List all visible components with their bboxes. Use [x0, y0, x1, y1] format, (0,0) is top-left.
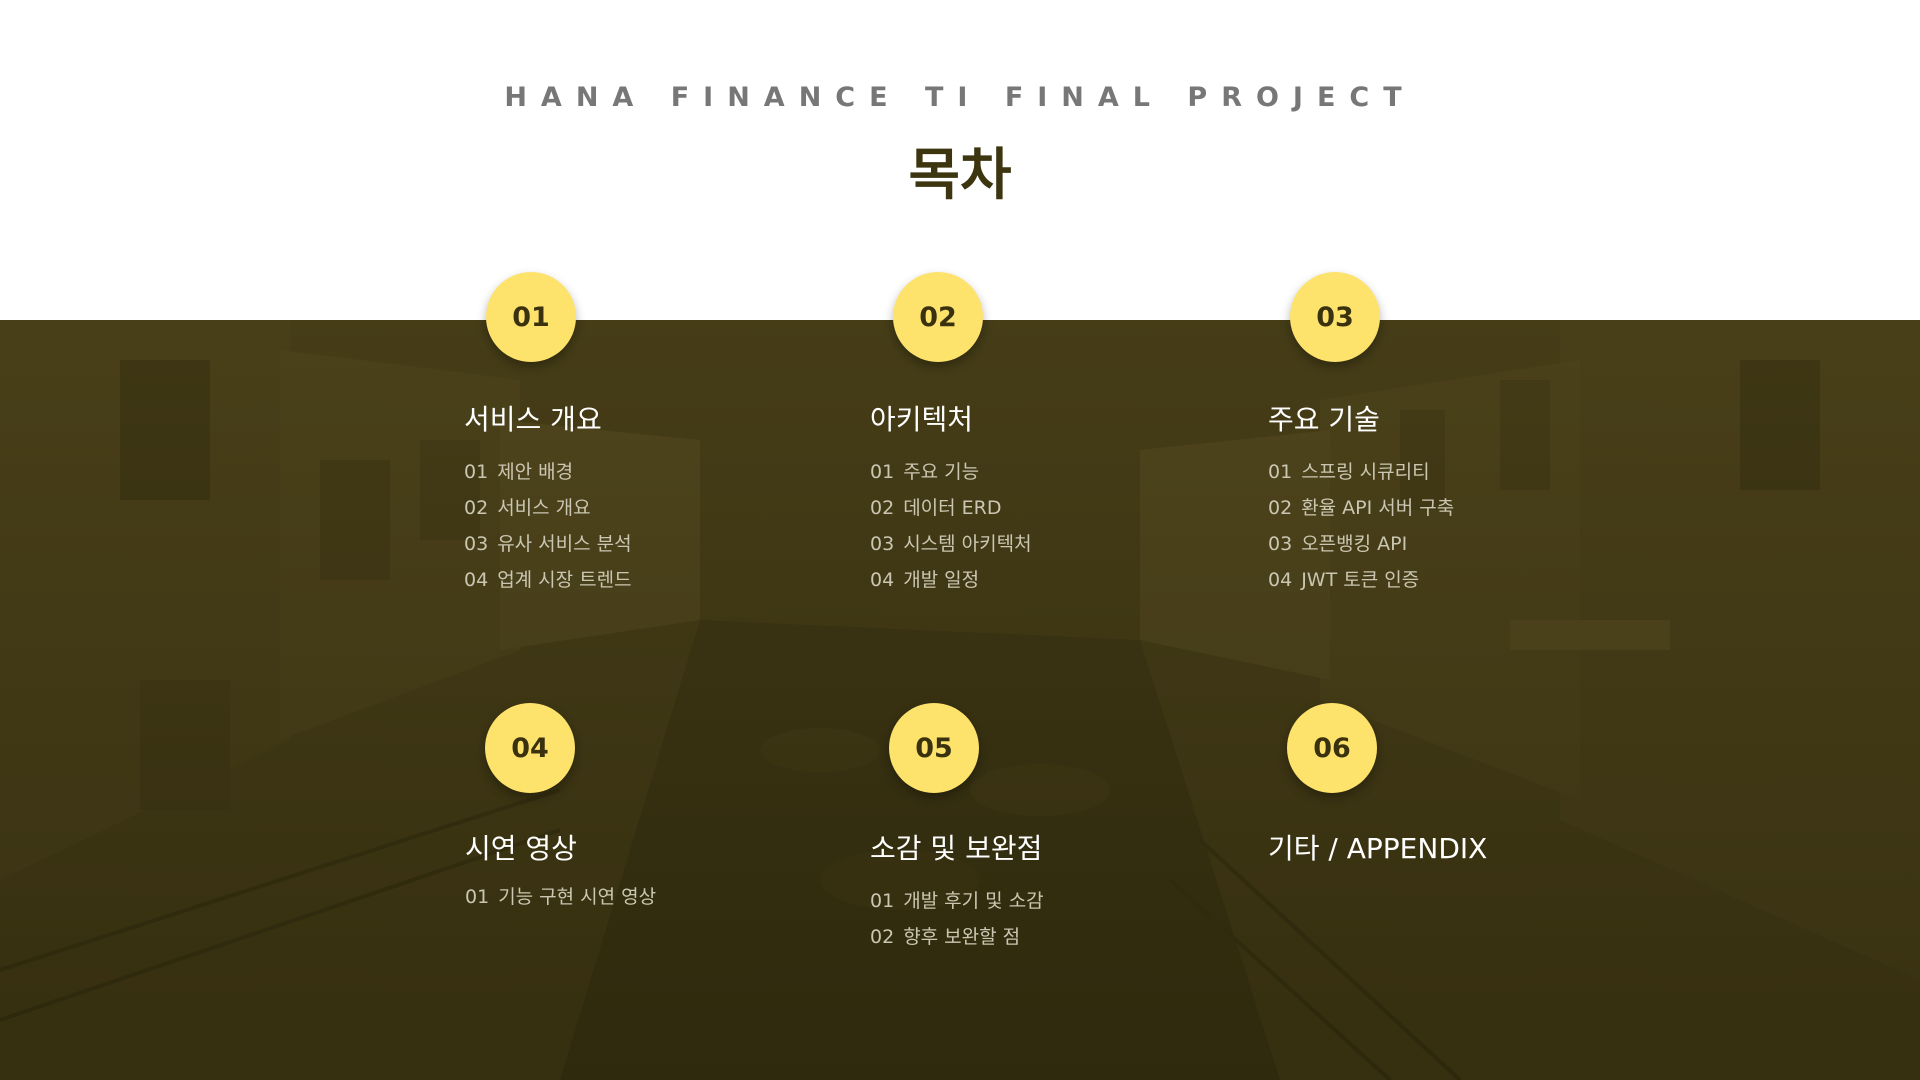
page-title: 목차 — [908, 143, 1012, 208]
section-title: 소감 및 보완점 — [870, 832, 1043, 865]
item-number: 02 — [1268, 497, 1293, 519]
list-item: 04 개발 일정 — [870, 562, 1032, 598]
list-item: 01 개발 후기 및 소감 — [870, 883, 1044, 919]
item-label: 주요 기능 — [903, 461, 980, 483]
item-label: 데이터 ERD — [903, 497, 1002, 519]
item-label: 유사 서비스 분석 — [497, 533, 632, 555]
item-label: 서비스 개요 — [497, 497, 591, 519]
item-number: 01 — [464, 461, 489, 483]
section-title: 시연 영상 — [465, 832, 577, 865]
list-item: 01 기능 구현 시연 영상 — [465, 879, 656, 915]
item-number: 02 — [464, 497, 489, 519]
list-item: 02 향후 보완할 점 — [870, 919, 1044, 955]
section-number-badge: 04 — [485, 703, 575, 793]
list-item: 01 스프링 시큐리티 — [1268, 454, 1454, 490]
section-item-list: 01 제안 배경 02 서비스 개요 03 유사 서비스 분석 04 업계 시장 트렌드 — [464, 454, 632, 598]
item-number: 03 — [1268, 533, 1293, 555]
item-label: 제안 배경 — [497, 461, 574, 483]
section-number-badge: 06 — [1287, 703, 1377, 793]
item-label: 시스템 아키텍처 — [903, 533, 1032, 555]
section-number-badge: 02 — [893, 272, 983, 362]
item-label: 기능 구현 시연 영상 — [498, 886, 657, 908]
item-number: 03 — [464, 533, 489, 555]
item-label: 향후 보완할 점 — [903, 926, 1021, 948]
item-number: 02 — [870, 497, 895, 519]
list-item: 01 제안 배경 — [464, 454, 632, 490]
section-title: 기타 / APPENDIX — [1268, 832, 1488, 865]
item-number: 03 — [870, 533, 895, 555]
item-label: 업계 시장 트렌드 — [497, 569, 632, 591]
item-number: 02 — [870, 926, 895, 948]
section-number-badge: 03 — [1290, 272, 1380, 362]
slide: HANA FINANCE TI FINAL PROJECT 목차 01 서비스 … — [0, 0, 1920, 1080]
item-number: 04 — [870, 569, 895, 591]
section-item-list: 01 주요 기능 02 데이터 ERD 03 시스템 아키텍처 04 개발 일정 — [870, 454, 1032, 598]
list-item: 02 데이터 ERD — [870, 490, 1032, 526]
list-item: 02 서비스 개요 — [464, 490, 632, 526]
item-number: 04 — [1268, 569, 1293, 591]
project-subtitle: HANA FINANCE TI FINAL PROJECT — [504, 82, 1416, 113]
item-number: 04 — [464, 569, 489, 591]
section-number-badge: 01 — [486, 272, 576, 362]
item-number: 01 — [870, 890, 895, 912]
item-label: JWT 토큰 인증 — [1301, 569, 1420, 591]
section-item-list: 01 기능 구현 시연 영상 — [465, 879, 656, 915]
item-label: 환율 API 서버 구축 — [1301, 497, 1455, 519]
item-number: 01 — [870, 461, 895, 483]
item-number: 01 — [465, 886, 490, 908]
section-title: 서비스 개요 — [464, 403, 602, 436]
item-label: 개발 일정 — [903, 569, 980, 591]
section-item-list: 01 스프링 시큐리티 02 환율 API 서버 구축 03 오픈뱅킹 API 04 J… — [1268, 454, 1454, 598]
list-item: 04 업계 시장 트렌드 — [464, 562, 632, 598]
list-item: 03 유사 서비스 분석 — [464, 526, 632, 562]
section-title: 주요 기술 — [1268, 403, 1380, 436]
list-item: 03 오픈뱅킹 API — [1268, 526, 1454, 562]
list-item: 03 시스템 아키텍처 — [870, 526, 1032, 562]
section-item-list: 01 개발 후기 및 소감 02 향후 보완할 점 — [870, 883, 1044, 955]
list-item: 04 JWT 토큰 인증 — [1268, 562, 1454, 598]
section-title: 아키텍처 — [870, 403, 974, 436]
list-item: 02 환율 API 서버 구축 — [1268, 490, 1454, 526]
item-number: 01 — [1268, 461, 1293, 483]
list-item: 01 주요 기능 — [870, 454, 1032, 490]
item-label: 개발 후기 및 소감 — [903, 890, 1044, 912]
item-label: 스프링 시큐리티 — [1301, 461, 1430, 483]
section-number-badge: 05 — [889, 703, 979, 793]
item-label: 오픈뱅킹 API — [1301, 533, 1408, 555]
